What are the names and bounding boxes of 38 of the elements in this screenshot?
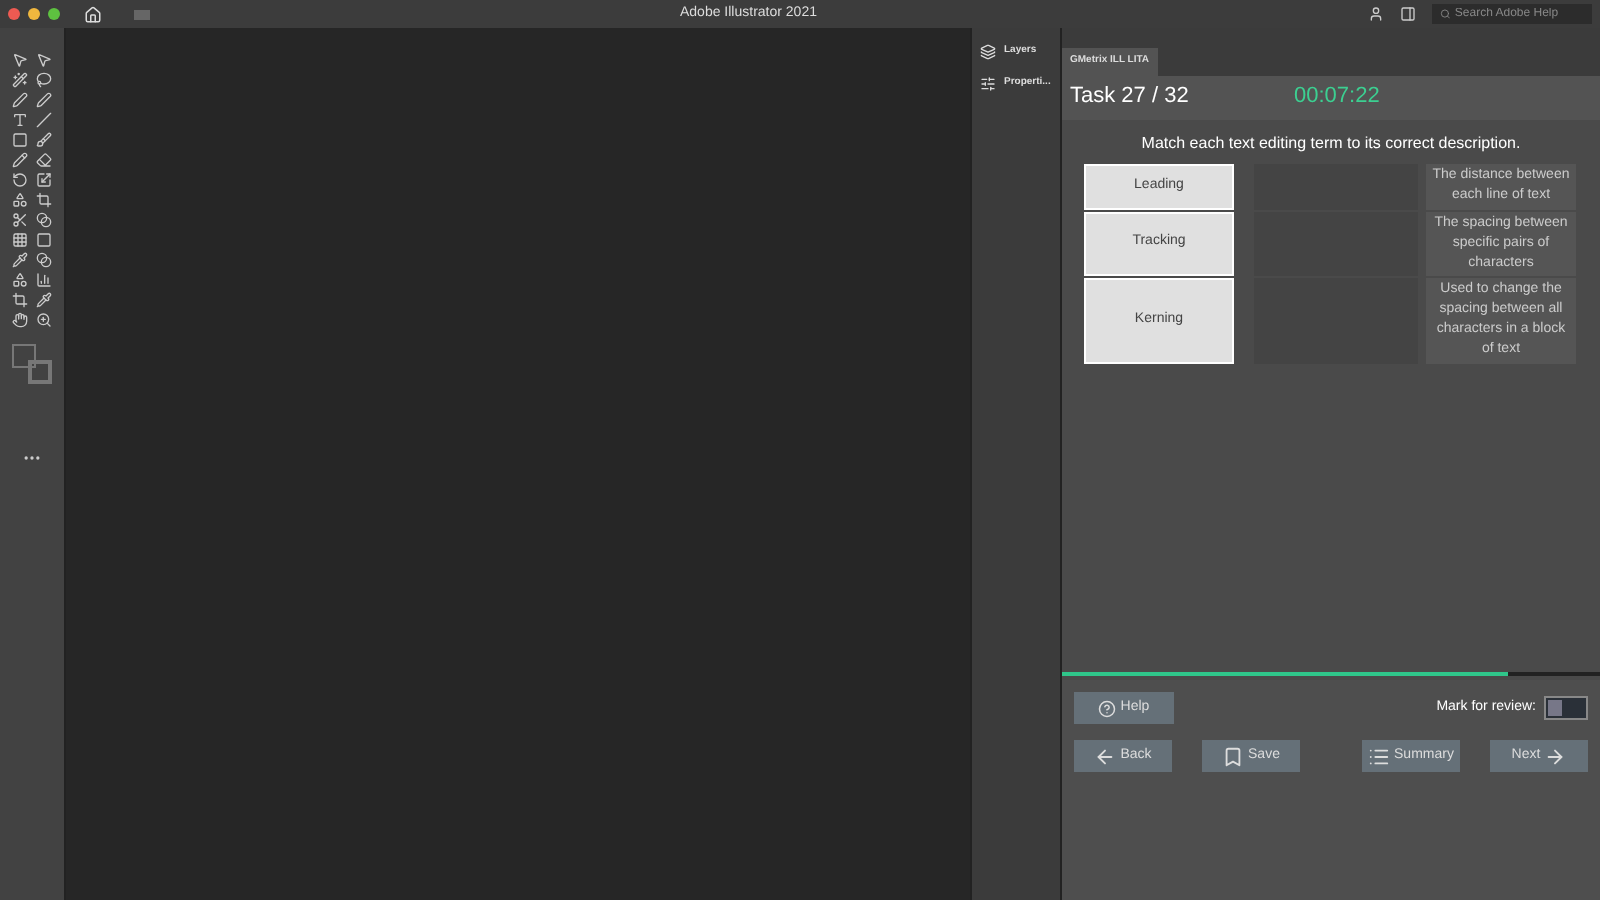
tool-icon[interactable]	[12, 112, 28, 128]
tool-icon[interactable]	[12, 272, 28, 288]
minimize-window-icon[interactable]	[28, 8, 40, 20]
sliders-icon	[980, 76, 996, 92]
tool-icon[interactable]	[12, 212, 28, 228]
tool-icon[interactable]	[36, 292, 52, 308]
tool-icon[interactable]	[12, 72, 28, 88]
tool-icon[interactable]	[12, 252, 28, 268]
tool-icon[interactable]	[36, 152, 52, 168]
review-toggle[interactable]	[1544, 696, 1588, 720]
tool-icon[interactable]	[36, 192, 52, 208]
tool-icon[interactable]	[12, 152, 28, 168]
layers-icon	[980, 44, 996, 60]
tool-icon[interactable]	[12, 232, 28, 248]
help-icon	[1098, 699, 1117, 717]
arrow-right-icon	[1544, 745, 1567, 767]
timer: 00:07:22	[1294, 82, 1380, 113]
close-window-icon[interactable]	[8, 8, 20, 20]
tool-icon[interactable]	[36, 72, 52, 88]
list-icon	[1368, 745, 1391, 767]
tool-icon[interactable]	[12, 192, 28, 208]
panel-icon[interactable]	[1400, 6, 1416, 22]
tool-icon[interactable]	[36, 172, 52, 188]
user-icon[interactable]	[1368, 6, 1384, 22]
tool-icon[interactable]	[36, 312, 52, 328]
tool-icon[interactable]	[12, 292, 28, 308]
color-swatches-icon[interactable]	[12, 344, 52, 384]
tool-icon[interactable]	[12, 312, 28, 328]
task-counter: Task 27 / 32	[1070, 82, 1191, 113]
bookmark-icon	[1222, 745, 1245, 767]
question-text: Match each text editing term to its correct description.	[1139, 131, 1523, 155]
search-icon	[1440, 8, 1451, 20]
tool-icon[interactable]	[36, 272, 52, 288]
home-icon[interactable]	[84, 5, 102, 23]
tool-icon[interactable]	[36, 132, 52, 148]
arrow-left-icon	[1094, 745, 1117, 767]
maximize-window-icon[interactable]	[48, 8, 60, 20]
tool-icon[interactable]	[12, 172, 28, 188]
